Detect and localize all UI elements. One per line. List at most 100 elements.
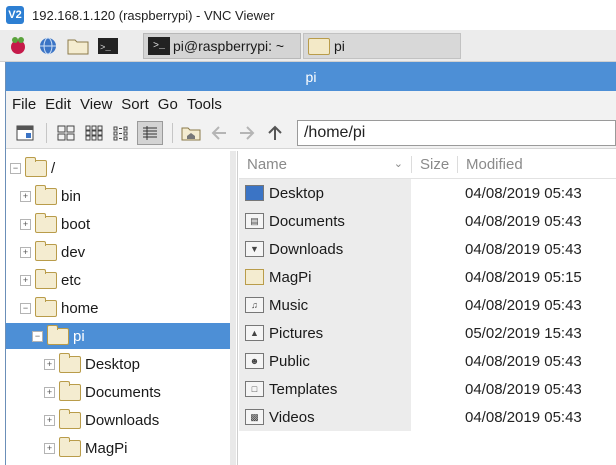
column-name-label: Name bbox=[247, 156, 288, 173]
home-folder-icon bbox=[47, 324, 69, 345]
task-file-manager-button[interactable]: pi bbox=[303, 33, 461, 59]
file-modified: 04/08/2019 05:43 bbox=[465, 380, 582, 398]
file-row-pictures[interactable]: ▲ Pictures 05/02/2019 15:43 bbox=[239, 319, 616, 347]
path-input[interactable] bbox=[296, 119, 616, 146]
home-button[interactable] bbox=[179, 121, 204, 145]
file-name: MagPi bbox=[269, 268, 312, 286]
expand-icon[interactable]: + bbox=[20, 246, 31, 258]
collapse-icon[interactable]: − bbox=[10, 162, 21, 174]
tree-item-label: bin bbox=[61, 187, 82, 205]
column-modified-label: Modified bbox=[466, 156, 523, 173]
tree-item-root[interactable]: − / bbox=[10, 155, 55, 181]
pictures-icon: ▲ bbox=[245, 325, 264, 341]
file-name: Music bbox=[269, 296, 309, 314]
menu-edit[interactable]: Edit bbox=[45, 96, 71, 113]
file-modified: 04/08/2019 05:43 bbox=[465, 184, 582, 202]
tree-item-home[interactable]: − home bbox=[20, 295, 99, 321]
expand-icon[interactable]: + bbox=[44, 414, 55, 426]
icon-view-button[interactable] bbox=[53, 121, 78, 145]
tree-item-desktop[interactable]: + Desktop bbox=[44, 351, 140, 377]
tree-item-pi[interactable]: − pi bbox=[6, 323, 230, 349]
folder-icon bbox=[59, 436, 81, 457]
column-header-size[interactable]: Size bbox=[411, 156, 457, 173]
tree-item-label: Documents bbox=[85, 383, 161, 401]
thumbnail-view-button[interactable] bbox=[81, 121, 106, 145]
new-window-icon bbox=[16, 125, 34, 140]
tree-item-bin[interactable]: + bin bbox=[20, 183, 81, 209]
file-row-videos[interactable]: ▩ Videos 04/08/2019 05:43 bbox=[239, 403, 616, 431]
menu-file[interactable]: File bbox=[12, 96, 36, 113]
menu-bar: File Edit View Sort Go Tools bbox=[6, 91, 616, 117]
menu-view[interactable]: View bbox=[80, 96, 112, 113]
vnc-logo-icon: V2 bbox=[6, 6, 24, 24]
column-header-name[interactable]: Name ⌄ bbox=[239, 156, 411, 173]
tree-item-dev[interactable]: + dev bbox=[20, 239, 85, 265]
window-title: pi bbox=[305, 68, 317, 85]
file-row-downloads[interactable]: ▼ Downloads 04/08/2019 05:43 bbox=[239, 235, 616, 263]
tree-item-boot[interactable]: + boot bbox=[20, 211, 90, 237]
file-row-templates[interactable]: □ Templates 04/08/2019 05:43 bbox=[239, 375, 616, 403]
compact-view-button[interactable] bbox=[109, 121, 134, 145]
file-name: Pictures bbox=[269, 324, 324, 342]
expand-icon[interactable]: + bbox=[44, 358, 55, 370]
globe-icon[interactable] bbox=[36, 34, 60, 58]
new-window-button[interactable] bbox=[12, 121, 37, 145]
file-modified: 04/08/2019 05:43 bbox=[465, 408, 582, 426]
folder-icon bbox=[308, 37, 330, 55]
documents-folder-icon bbox=[59, 380, 81, 401]
file-row-music[interactable]: ♫ Music 04/08/2019 05:43 bbox=[239, 291, 616, 319]
expand-icon[interactable]: + bbox=[44, 442, 55, 454]
music-icon: ♫ bbox=[245, 297, 264, 313]
task-terminal-label: pi@raspberrypi: ~ bbox=[173, 38, 285, 54]
file-name: Videos bbox=[269, 408, 315, 426]
expand-icon[interactable]: + bbox=[44, 386, 55, 398]
menu-sort[interactable]: Sort bbox=[121, 96, 149, 113]
tree-item-documents[interactable]: + Documents bbox=[44, 379, 161, 405]
terminal-icon[interactable]: >_ bbox=[96, 34, 120, 58]
tree-item-magpi[interactable]: + MagPi bbox=[44, 435, 128, 461]
folder-icon bbox=[35, 212, 57, 233]
back-button[interactable] bbox=[207, 121, 232, 145]
taskbar-panel: >_ >_ pi@raspberrypi: ~ pi bbox=[0, 30, 616, 62]
forward-button[interactable] bbox=[235, 121, 260, 145]
column-header-modified[interactable]: Modified bbox=[457, 156, 616, 173]
compact-view-icon bbox=[113, 126, 128, 140]
raspberry-icon[interactable] bbox=[6, 34, 30, 58]
menu-tools[interactable]: Tools bbox=[187, 96, 222, 113]
task-terminal-button[interactable]: >_ pi@raspberrypi: ~ bbox=[143, 33, 301, 59]
toolbar-separator bbox=[46, 122, 48, 143]
tree-item-label: MagPi bbox=[85, 439, 128, 457]
file-modified: 04/08/2019 05:43 bbox=[465, 212, 582, 230]
file-row-public[interactable]: ☻ Public 04/08/2019 05:43 bbox=[239, 347, 616, 375]
collapse-icon[interactable]: − bbox=[20, 302, 31, 314]
arrow-right-icon bbox=[240, 125, 255, 140]
documents-icon: ▤ bbox=[245, 213, 264, 229]
tree-item-downloads[interactable]: + Downloads bbox=[44, 407, 159, 433]
list-header: Name ⌄ Size Modified bbox=[239, 151, 616, 179]
tree-item-etc[interactable]: + etc bbox=[20, 267, 81, 293]
expand-icon[interactable]: + bbox=[20, 218, 31, 230]
desktop-icon bbox=[245, 185, 264, 201]
expand-icon[interactable]: + bbox=[20, 190, 31, 202]
folder-icon bbox=[35, 296, 57, 317]
folder-icon bbox=[25, 156, 47, 177]
detailed-list-view-button[interactable] bbox=[137, 120, 163, 145]
tree-scrollbar[interactable] bbox=[230, 151, 236, 465]
file-name: Desktop bbox=[269, 184, 325, 202]
vnc-title-bar: V2 192.168.1.120 (raspberrypi) - VNC Vie… bbox=[0, 0, 616, 30]
file-row-documents[interactable]: ▤ Documents 04/08/2019 05:43 bbox=[239, 207, 616, 235]
videos-icon: ▩ bbox=[245, 409, 264, 425]
file-name: Documents bbox=[269, 212, 345, 230]
terminal-icon: >_ bbox=[148, 37, 170, 55]
up-button[interactable] bbox=[263, 121, 288, 145]
menu-go[interactable]: Go bbox=[158, 96, 178, 113]
file-row-magpi[interactable]: MagPi 04/08/2019 05:15 bbox=[239, 263, 616, 291]
column-size-label: Size bbox=[420, 156, 450, 173]
file-row-desktop[interactable]: Desktop 04/08/2019 05:43 bbox=[239, 179, 616, 207]
folder-icon[interactable] bbox=[66, 34, 90, 58]
arrow-up-icon bbox=[268, 125, 283, 140]
expand-icon[interactable]: + bbox=[20, 274, 31, 286]
window-title-bar[interactable]: pi bbox=[6, 62, 616, 91]
file-name: Templates bbox=[269, 380, 338, 398]
collapse-icon[interactable]: − bbox=[32, 330, 43, 342]
